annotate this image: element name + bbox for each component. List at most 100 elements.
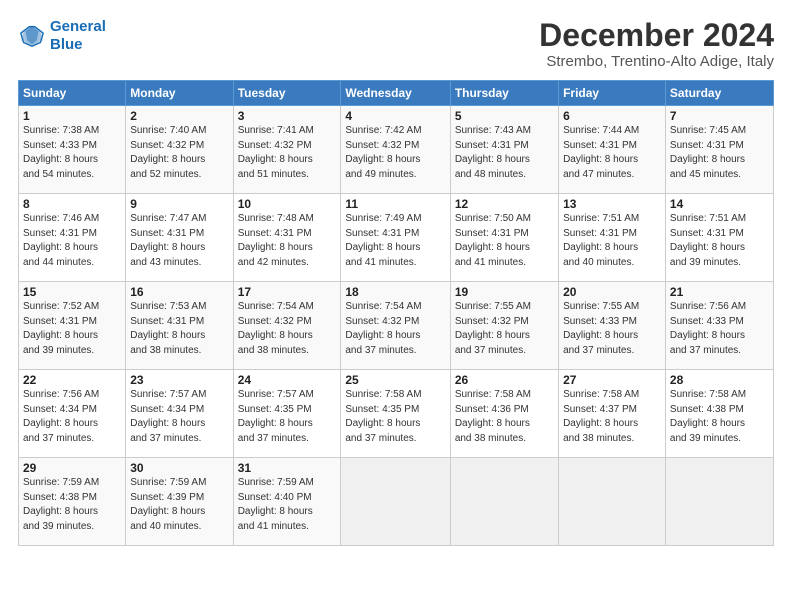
day-number: 1 xyxy=(23,109,121,123)
calendar-cell: 27Sunrise: 7:58 AM Sunset: 4:37 PM Dayli… xyxy=(559,370,666,458)
day-info: Sunrise: 7:55 AM Sunset: 4:32 PM Dayligh… xyxy=(455,300,554,358)
weekday-header-wednesday: Wednesday xyxy=(341,81,450,106)
calendar-cell: 1Sunrise: 7:38 AM Sunset: 4:33 PM Daylig… xyxy=(19,106,126,194)
calendar-cell: 17Sunrise: 7:54 AM Sunset: 4:32 PM Dayli… xyxy=(233,282,341,370)
calendar-cell xyxy=(665,458,773,546)
weekday-header-saturday: Saturday xyxy=(665,81,773,106)
calendar-cell: 12Sunrise: 7:50 AM Sunset: 4:31 PM Dayli… xyxy=(450,194,558,282)
day-info: Sunrise: 7:54 AM Sunset: 4:32 PM Dayligh… xyxy=(238,300,337,358)
day-number: 30 xyxy=(130,461,228,475)
calendar-cell: 8Sunrise: 7:46 AM Sunset: 4:31 PM Daylig… xyxy=(19,194,126,282)
calendar-cell: 3Sunrise: 7:41 AM Sunset: 4:32 PM Daylig… xyxy=(233,106,341,194)
calendar-cell: 9Sunrise: 7:47 AM Sunset: 4:31 PM Daylig… xyxy=(126,194,233,282)
calendar-cell: 18Sunrise: 7:54 AM Sunset: 4:32 PM Dayli… xyxy=(341,282,450,370)
calendar-week-4: 22Sunrise: 7:56 AM Sunset: 4:34 PM Dayli… xyxy=(19,370,774,458)
calendar-cell: 26Sunrise: 7:58 AM Sunset: 4:36 PM Dayli… xyxy=(450,370,558,458)
day-number: 7 xyxy=(670,109,769,123)
day-info: Sunrise: 7:43 AM Sunset: 4:31 PM Dayligh… xyxy=(455,124,554,182)
day-info: Sunrise: 7:54 AM Sunset: 4:32 PM Dayligh… xyxy=(345,300,445,358)
calendar-table: SundayMondayTuesdayWednesdayThursdayFrid… xyxy=(18,80,774,546)
calendar-cell: 4Sunrise: 7:42 AM Sunset: 4:32 PM Daylig… xyxy=(341,106,450,194)
calendar-header: SundayMondayTuesdayWednesdayThursdayFrid… xyxy=(19,81,774,106)
day-info: Sunrise: 7:47 AM Sunset: 4:31 PM Dayligh… xyxy=(130,212,228,270)
weekday-header-monday: Monday xyxy=(126,81,233,106)
day-info: Sunrise: 7:45 AM Sunset: 4:31 PM Dayligh… xyxy=(670,124,769,182)
weekday-header-friday: Friday xyxy=(559,81,666,106)
day-number: 24 xyxy=(238,373,337,387)
logo-text: General Blue xyxy=(50,18,106,54)
day-number: 3 xyxy=(238,109,337,123)
day-info: Sunrise: 7:38 AM Sunset: 4:33 PM Dayligh… xyxy=(23,124,121,182)
day-info: Sunrise: 7:42 AM Sunset: 4:32 PM Dayligh… xyxy=(345,124,445,182)
day-number: 28 xyxy=(670,373,769,387)
calendar-cell: 14Sunrise: 7:51 AM Sunset: 4:31 PM Dayli… xyxy=(665,194,773,282)
weekday-header-thursday: Thursday xyxy=(450,81,558,106)
day-info: Sunrise: 7:51 AM Sunset: 4:31 PM Dayligh… xyxy=(563,212,661,270)
weekday-row: SundayMondayTuesdayWednesdayThursdayFrid… xyxy=(19,81,774,106)
day-number: 6 xyxy=(563,109,661,123)
day-info: Sunrise: 7:58 AM Sunset: 4:36 PM Dayligh… xyxy=(455,388,554,446)
day-number: 17 xyxy=(238,285,337,299)
calendar-cell: 16Sunrise: 7:53 AM Sunset: 4:31 PM Dayli… xyxy=(126,282,233,370)
title-block: December 2024 Strembo, Trentino-Alto Adi… xyxy=(539,18,774,70)
day-info: Sunrise: 7:58 AM Sunset: 4:37 PM Dayligh… xyxy=(563,388,661,446)
day-number: 12 xyxy=(455,197,554,211)
day-info: Sunrise: 7:56 AM Sunset: 4:33 PM Dayligh… xyxy=(670,300,769,358)
day-info: Sunrise: 7:57 AM Sunset: 4:34 PM Dayligh… xyxy=(130,388,228,446)
calendar-cell: 31Sunrise: 7:59 AM Sunset: 4:40 PM Dayli… xyxy=(233,458,341,546)
day-number: 23 xyxy=(130,373,228,387)
calendar-cell: 11Sunrise: 7:49 AM Sunset: 4:31 PM Dayli… xyxy=(341,194,450,282)
calendar-cell: 2Sunrise: 7:40 AM Sunset: 4:32 PM Daylig… xyxy=(126,106,233,194)
day-info: Sunrise: 7:55 AM Sunset: 4:33 PM Dayligh… xyxy=(563,300,661,358)
day-number: 19 xyxy=(455,285,554,299)
calendar-cell: 6Sunrise: 7:44 AM Sunset: 4:31 PM Daylig… xyxy=(559,106,666,194)
day-info: Sunrise: 7:57 AM Sunset: 4:35 PM Dayligh… xyxy=(238,388,337,446)
day-info: Sunrise: 7:58 AM Sunset: 4:38 PM Dayligh… xyxy=(670,388,769,446)
day-info: Sunrise: 7:44 AM Sunset: 4:31 PM Dayligh… xyxy=(563,124,661,182)
day-number: 10 xyxy=(238,197,337,211)
calendar-cell: 25Sunrise: 7:58 AM Sunset: 4:35 PM Dayli… xyxy=(341,370,450,458)
calendar-cell: 7Sunrise: 7:45 AM Sunset: 4:31 PM Daylig… xyxy=(665,106,773,194)
day-number: 27 xyxy=(563,373,661,387)
day-info: Sunrise: 7:48 AM Sunset: 4:31 PM Dayligh… xyxy=(238,212,337,270)
logo-line1: General xyxy=(50,18,106,35)
day-info: Sunrise: 7:51 AM Sunset: 4:31 PM Dayligh… xyxy=(670,212,769,270)
calendar-week-1: 1Sunrise: 7:38 AM Sunset: 4:33 PM Daylig… xyxy=(19,106,774,194)
calendar-cell xyxy=(559,458,666,546)
day-number: 31 xyxy=(238,461,337,475)
calendar-cell: 30Sunrise: 7:59 AM Sunset: 4:39 PM Dayli… xyxy=(126,458,233,546)
day-info: Sunrise: 7:46 AM Sunset: 4:31 PM Dayligh… xyxy=(23,212,121,270)
page: General Blue December 2024 Strembo, Tren… xyxy=(0,0,792,612)
day-info: Sunrise: 7:40 AM Sunset: 4:32 PM Dayligh… xyxy=(130,124,228,182)
calendar-cell: 24Sunrise: 7:57 AM Sunset: 4:35 PM Dayli… xyxy=(233,370,341,458)
calendar-cell: 5Sunrise: 7:43 AM Sunset: 4:31 PM Daylig… xyxy=(450,106,558,194)
day-number: 15 xyxy=(23,285,121,299)
day-info: Sunrise: 7:52 AM Sunset: 4:31 PM Dayligh… xyxy=(23,300,121,358)
calendar-cell xyxy=(341,458,450,546)
day-info: Sunrise: 7:50 AM Sunset: 4:31 PM Dayligh… xyxy=(455,212,554,270)
day-info: Sunrise: 7:59 AM Sunset: 4:40 PM Dayligh… xyxy=(238,476,337,534)
day-number: 5 xyxy=(455,109,554,123)
calendar-cell xyxy=(450,458,558,546)
day-number: 25 xyxy=(345,373,445,387)
day-number: 2 xyxy=(130,109,228,123)
day-info: Sunrise: 7:59 AM Sunset: 4:38 PM Dayligh… xyxy=(23,476,121,534)
day-number: 13 xyxy=(563,197,661,211)
weekday-header-tuesday: Tuesday xyxy=(233,81,341,106)
header: General Blue December 2024 Strembo, Tren… xyxy=(18,18,774,70)
day-number: 26 xyxy=(455,373,554,387)
day-info: Sunrise: 7:41 AM Sunset: 4:32 PM Dayligh… xyxy=(238,124,337,182)
calendar-cell: 28Sunrise: 7:58 AM Sunset: 4:38 PM Dayli… xyxy=(665,370,773,458)
calendar-cell: 29Sunrise: 7:59 AM Sunset: 4:38 PM Dayli… xyxy=(19,458,126,546)
day-number: 9 xyxy=(130,197,228,211)
calendar-week-3: 15Sunrise: 7:52 AM Sunset: 4:31 PM Dayli… xyxy=(19,282,774,370)
calendar-cell: 21Sunrise: 7:56 AM Sunset: 4:33 PM Dayli… xyxy=(665,282,773,370)
calendar-cell: 10Sunrise: 7:48 AM Sunset: 4:31 PM Dayli… xyxy=(233,194,341,282)
day-number: 22 xyxy=(23,373,121,387)
calendar-cell: 22Sunrise: 7:56 AM Sunset: 4:34 PM Dayli… xyxy=(19,370,126,458)
calendar-cell: 23Sunrise: 7:57 AM Sunset: 4:34 PM Dayli… xyxy=(126,370,233,458)
calendar-cell: 13Sunrise: 7:51 AM Sunset: 4:31 PM Dayli… xyxy=(559,194,666,282)
weekday-header-sunday: Sunday xyxy=(19,81,126,106)
day-number: 18 xyxy=(345,285,445,299)
logo-icon xyxy=(18,22,46,50)
